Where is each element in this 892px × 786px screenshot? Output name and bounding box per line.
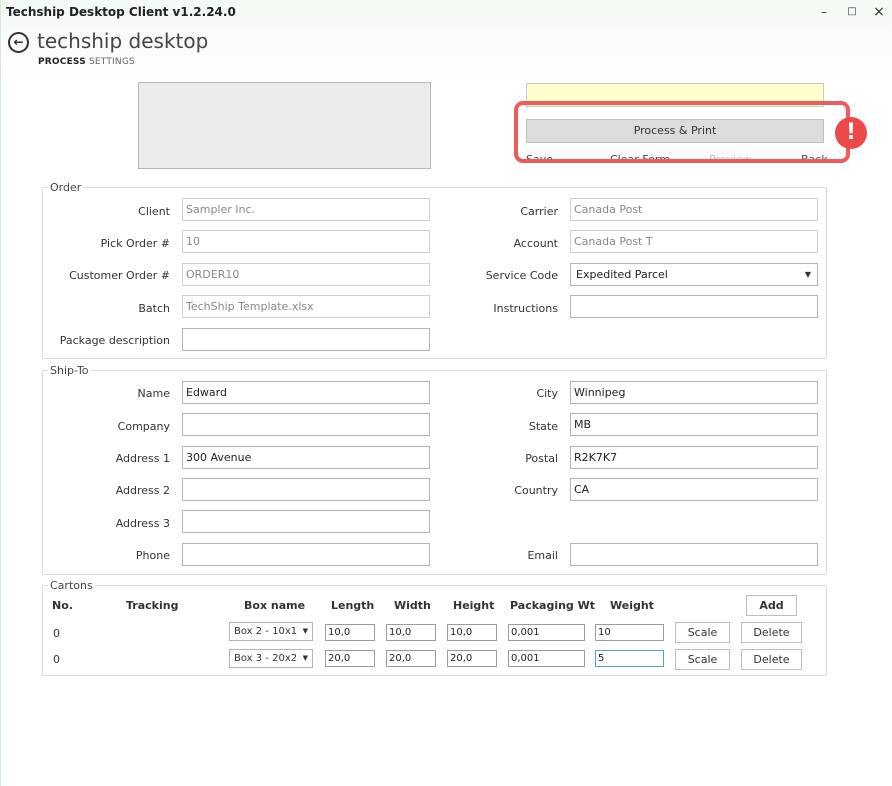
chevron-down-icon: ▼ (302, 654, 308, 662)
minimize-icon[interactable]: – (811, 2, 837, 22)
app-window: Techship Desktop Client v1.2.24.0 – □ × … (0, 0, 892, 786)
col-header-weight: Weight (610, 599, 654, 612)
arrow-left-icon[interactable]: ← (8, 32, 29, 53)
packaging-wt-input[interactable]: 0,001 (508, 624, 585, 641)
col-header-no: No. (52, 599, 73, 612)
company-field[interactable] (182, 413, 430, 436)
carrier-label: Carrier (520, 205, 558, 218)
account-label: Account (513, 237, 558, 250)
scale-button[interactable]: Scale (675, 649, 730, 670)
name-label: Name (137, 387, 170, 400)
box-name-select[interactable]: Box 3 - 20x2 ▼ (229, 649, 313, 668)
col-header-packaging-wt: Packaging Wt (510, 599, 596, 612)
box-name-select[interactable]: Box 2 - 10x1 ▼ (229, 622, 313, 641)
client-field[interactable]: Sampler Inc. (182, 198, 430, 221)
address1-label: Address 1 (115, 452, 170, 465)
city-field[interactable]: Winnipeg (570, 381, 818, 404)
logo-placeholder (138, 82, 431, 169)
add-carton-button[interactable]: Add (746, 595, 797, 616)
package-description-field[interactable] (182, 328, 430, 351)
service-code-select[interactable]: Expedited Parcel ▼ (570, 263, 818, 286)
address3-field[interactable] (182, 510, 430, 533)
chevron-down-icon: ▼ (302, 627, 308, 635)
close-icon[interactable]: × (866, 2, 892, 22)
address3-label: Address 3 (115, 517, 170, 530)
box-name-value: Box 2 - 10x1 (234, 626, 298, 637)
delete-button[interactable]: Delete (741, 622, 802, 643)
packaging-wt-input[interactable]: 0,001 (508, 650, 585, 667)
col-header-height: Height (453, 599, 495, 612)
height-input[interactable]: 20,0 (447, 650, 497, 667)
weight-input[interactable]: 5 (595, 650, 664, 667)
country-label: Country (514, 484, 558, 497)
height-input[interactable]: 10,0 (447, 624, 497, 641)
width-input[interactable]: 10,0 (386, 624, 436, 641)
address2-label: Address 2 (115, 484, 170, 497)
postal-field[interactable]: R2K7K7 (570, 446, 818, 469)
tab-process[interactable]: PROCESS (38, 57, 86, 67)
batch-field[interactable]: TechShip Template.xlsx (182, 295, 430, 318)
city-label: City (536, 387, 558, 400)
package-description-label: Package description (59, 334, 170, 347)
col-header-tracking: Tracking (126, 599, 179, 612)
state-field[interactable]: MB (570, 413, 818, 436)
address2-field[interactable] (182, 478, 430, 501)
col-header-length: Length (331, 599, 375, 612)
carton-no: 0 (53, 653, 60, 666)
scale-button[interactable]: Scale (675, 622, 730, 643)
pick-order-label: Pick Order # (100, 237, 170, 250)
phone-label: Phone (135, 549, 170, 562)
company-label: Company (117, 420, 170, 433)
box-name-value: Box 3 - 20x2 (234, 653, 298, 664)
instructions-field[interactable] (570, 295, 818, 318)
customer-order-label: Customer Order # (69, 269, 170, 282)
state-label: State (528, 420, 558, 433)
client-label: Client (138, 205, 170, 218)
window-title: Techship Desktop Client v1.2.24.0 (6, 5, 236, 19)
country-field[interactable]: CA (570, 478, 818, 501)
email-field[interactable] (570, 543, 818, 566)
tab-settings[interactable]: SETTINGS (89, 57, 135, 67)
instructions-label: Instructions (493, 302, 558, 315)
weight-input[interactable]: 10 (595, 624, 664, 641)
service-code-label: Service Code (485, 269, 558, 282)
length-input[interactable]: 10,0 (325, 624, 375, 641)
pick-order-field[interactable]: 10 (182, 230, 430, 253)
email-label: Email (527, 549, 558, 562)
carrier-field[interactable]: Canada Post (570, 198, 818, 221)
brand-title: techship desktop (37, 29, 209, 53)
cartons-legend: Cartons (48, 579, 95, 592)
service-code-value: Expedited Parcel (576, 268, 668, 281)
highlight-box (514, 101, 850, 163)
col-header-box-name: Box name (244, 599, 306, 612)
batch-label: Batch (138, 302, 170, 315)
delete-button[interactable]: Delete (741, 649, 802, 670)
carton-no: 0 (53, 627, 60, 640)
col-header-width: Width (394, 599, 431, 612)
account-field[interactable]: Canada Post T (570, 230, 818, 253)
phone-field[interactable] (182, 543, 430, 566)
length-input[interactable]: 20,0 (325, 650, 375, 667)
postal-label: Postal (525, 452, 558, 465)
maximize-icon[interactable]: □ (839, 2, 865, 22)
name-field[interactable]: Edward (182, 381, 430, 404)
ship-to-legend: Ship-To (48, 364, 91, 377)
chevron-down-icon: ▼ (804, 270, 811, 279)
order-legend: Order (48, 181, 84, 194)
alert-icon: ! (835, 117, 867, 149)
customer-order-field[interactable]: ORDER10 (182, 263, 430, 286)
title-bar: Techship Desktop Client v1.2.24.0 – □ × (1, 0, 892, 26)
address1-field[interactable]: 300 Avenue (182, 446, 430, 469)
width-input[interactable]: 20,0 (386, 650, 436, 667)
